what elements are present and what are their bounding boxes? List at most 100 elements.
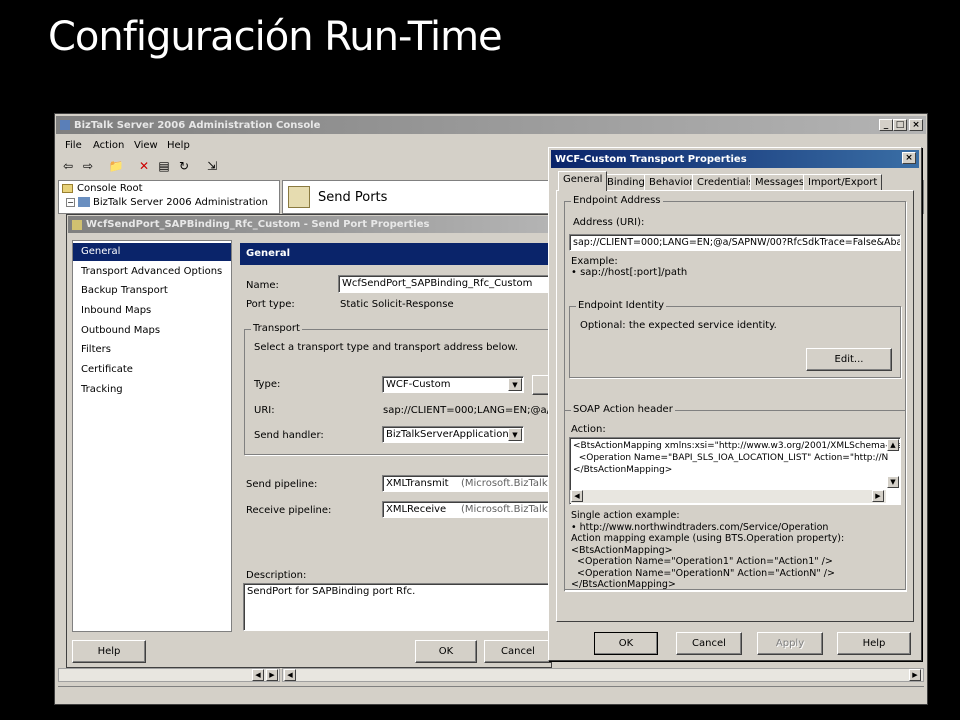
close-button[interactable]: × [909, 119, 923, 131]
address-label: Address (URI): [573, 217, 645, 228]
console-title: BizTalk Server 2006 Administration Conso… [74, 119, 321, 131]
port-type-value: Static Solicit-Response [340, 299, 454, 310]
ok-button[interactable]: OK [415, 640, 477, 663]
sendport-title: WcfSendPort_SAPBinding_Rfc_Custom - Send… [86, 219, 430, 230]
wcf-help-button[interactable]: Help [837, 632, 911, 655]
result-scroll-left[interactable]: ◀ [284, 669, 296, 681]
action-scroll-left[interactable]: ◀ [571, 490, 583, 502]
tab-import-export[interactable]: Import/Export [803, 174, 883, 190]
action-scroll-right[interactable]: ▶ [872, 490, 884, 502]
sendport-titlebar: WcfSendPort_SAPBinding_Rfc_Custom - Send… [68, 216, 550, 233]
receive-pipeline-label: Receive pipeline: [246, 505, 332, 516]
tab-behavior[interactable]: Behavior [644, 174, 699, 190]
tree-item-console-root[interactable]: Console Root [62, 183, 143, 194]
nav-tracking[interactable]: Tracking [81, 384, 123, 395]
port-type-label: Port type: [246, 299, 295, 310]
name-label: Name: [246, 280, 279, 291]
sendport-nav [72, 240, 232, 632]
action-line: <BtsActionMapping xmlns:xsi="http://www.… [573, 441, 901, 451]
console-app-icon [60, 120, 70, 130]
pane-title: Send Ports [318, 190, 388, 205]
nav-backup-transport[interactable]: Backup Transport [81, 285, 168, 296]
nav-transport-advanced[interactable]: Transport Advanced Options [81, 266, 222, 277]
properties-icon[interactable]: ▤ [156, 158, 172, 174]
nav-general[interactable]: General [81, 246, 120, 257]
general-header: General [246, 248, 290, 259]
single-action-help: Single action example: • http://www.nort… [571, 510, 845, 590]
send-pipeline-label: Send pipeline: [246, 479, 318, 490]
menu-help[interactable]: Help [167, 140, 190, 151]
action-label: Action: [571, 424, 606, 435]
type-select[interactable]: WCF-Custom ▼ [382, 376, 524, 393]
edit-button[interactable]: Edit... [806, 348, 892, 371]
tab-credentials[interactable]: Credentials [692, 174, 759, 190]
menu-file[interactable]: File [65, 140, 82, 151]
example-label: Example: [571, 256, 618, 267]
menu-action[interactable]: Action [93, 140, 124, 151]
action-line: </BtsActionMapping> [573, 465, 673, 475]
biztalk-icon [78, 197, 90, 207]
menu-view[interactable]: View [134, 140, 158, 151]
description-label: Description: [246, 570, 307, 581]
chevron-down-icon[interactable]: ▼ [508, 378, 522, 391]
name-input[interactable]: WcfSendPort_SAPBinding_Rfc_Custom [338, 275, 550, 293]
status-bar [58, 686, 924, 702]
address-input[interactable]: sap://CLIENT=000;LANG=EN;@a/SAPNW/00?Rfc… [569, 234, 901, 251]
up-folder-icon[interactable]: 📁 [108, 158, 124, 174]
uri-label: URI: [254, 405, 275, 416]
endpoint-group-title: Endpoint Address [571, 195, 663, 206]
tab-binding[interactable]: Binding [602, 174, 650, 190]
uri-value: sap://CLIENT=000;LANG=EN;@a/SAP [383, 405, 570, 416]
back-icon[interactable]: ⇦ [60, 158, 76, 174]
action-scroll-up[interactable]: ▲ [887, 439, 899, 451]
wcf-titlebar: WCF-Custom Transport Properties [551, 150, 919, 168]
wcf-cancel-button[interactable]: Cancel [676, 632, 742, 655]
nav-filters[interactable]: Filters [81, 344, 111, 355]
tree-item-biztalk-admin[interactable]: − BizTalk Server 2006 Administration [66, 197, 268, 208]
type-label: Type: [254, 379, 281, 390]
send-handler-label: Send handler: [254, 430, 324, 441]
send-pipeline-select[interactable]: XMLTransmit (Microsoft.BizTalk.De [382, 475, 550, 492]
result-scrollbar[interactable] [282, 668, 924, 682]
identity-hint: Optional: the expected service identity. [580, 320, 777, 331]
receive-pipeline-select[interactable]: XMLReceive (Microsoft.BizTalk.De [382, 501, 550, 518]
minimize-button[interactable]: _ [879, 119, 893, 131]
result-scroll-right[interactable]: ▶ [909, 669, 921, 681]
nav-inbound-maps[interactable]: Inbound Maps [81, 305, 151, 316]
tab-messages[interactable]: Messages [750, 174, 810, 190]
transport-hint: Select a transport type and transport ad… [254, 342, 518, 353]
wcf-ok-button[interactable]: OK [594, 632, 658, 655]
console-titlebar: BizTalk Server 2006 Administration Conso… [56, 116, 926, 134]
send-ports-icon [288, 186, 310, 208]
folder-icon [62, 183, 73, 193]
nav-certificate[interactable]: Certificate [81, 364, 133, 375]
soap-group-title: SOAP Action header [571, 404, 675, 415]
wcf-close-button[interactable]: × [902, 152, 916, 164]
help-button[interactable]: Help [72, 640, 146, 663]
tree-scroll-right[interactable]: ▶ [266, 669, 278, 681]
delete-icon[interactable]: ✕ [136, 158, 152, 174]
action-scroll-down[interactable]: ▼ [887, 476, 899, 488]
wcf-apply-button[interactable]: Apply [757, 632, 823, 655]
slide-title: Configuración Run-Time [48, 14, 503, 60]
identity-group-title: Endpoint Identity [576, 300, 667, 311]
transport-group-title: Transport [251, 323, 302, 334]
refresh-icon[interactable]: ↻ [176, 158, 192, 174]
example-value: • sap://host[:port]/path [571, 267, 688, 278]
cancel-button[interactable]: Cancel [484, 640, 552, 663]
send-handler-select[interactable]: BizTalkServerApplication ▼ [382, 426, 524, 443]
sendport-title-icon [72, 219, 82, 230]
forward-icon[interactable]: ⇨ [80, 158, 96, 174]
nav-outbound-maps[interactable]: Outbound Maps [81, 325, 160, 336]
tree-scroll-left[interactable]: ◀ [252, 669, 264, 681]
maximize-button[interactable]: □ [893, 119, 907, 131]
description-textarea[interactable]: SendPort for SAPBinding port Rfc. [243, 583, 550, 631]
wcf-title: WCF-Custom Transport Properties [555, 153, 747, 165]
chevron-down-icon[interactable]: ▼ [508, 428, 522, 441]
export-icon[interactable]: ⇲ [204, 158, 220, 174]
tree-scrollbar[interactable] [58, 668, 280, 682]
action-hscrollbar[interactable] [570, 490, 886, 503]
action-line: <Operation Name="BAPI_SLS_IOA_LOCATION_L… [573, 453, 889, 463]
tab-general[interactable]: General [558, 171, 608, 191]
tree-collapse-icon[interactable]: − [66, 197, 75, 207]
